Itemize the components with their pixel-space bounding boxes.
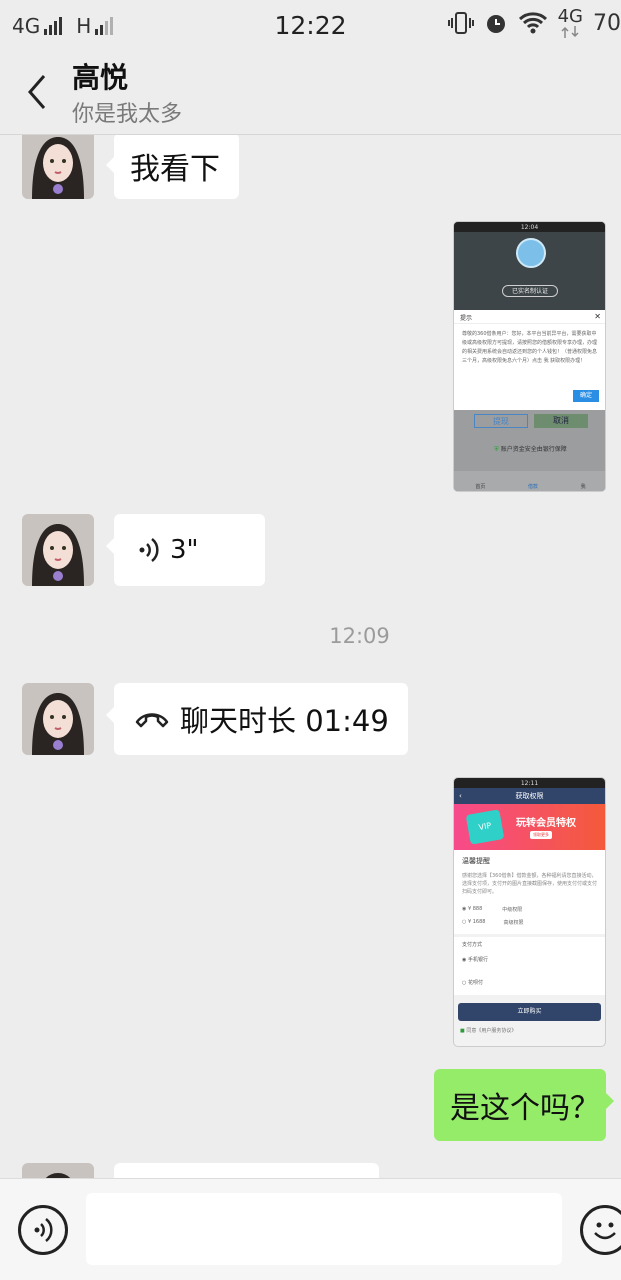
verified-badge: 已实名制认证	[502, 285, 558, 297]
banner-text: 玩转会员特权	[516, 818, 576, 829]
chat-header: 高悦 你是我太多	[0, 52, 621, 135]
shield-icon: ⛨	[494, 446, 499, 453]
tab-home: 首页	[475, 484, 486, 490]
battery-level: 70	[593, 10, 621, 36]
contact-signature: 你是我太多	[72, 102, 183, 127]
safety-text: 账户资金安全由银行保障	[500, 446, 567, 453]
emoji-button[interactable]	[580, 1205, 621, 1255]
option-price: ¥ 888	[467, 906, 483, 912]
voice-wave-icon	[139, 538, 159, 562]
vip-banner: VIP 玩转会员特权 领取更多	[454, 804, 605, 850]
option-label: 中级权限	[502, 907, 523, 913]
image-message[interactable]: 12:11 ‹ 获取权限 VIP 玩转会员特权 领取更多 温馨提醒 感谢您选择【…	[453, 777, 606, 1047]
checkbox-icon: ■	[460, 1028, 465, 1034]
contact-name: 高悦	[72, 61, 129, 94]
message-bubble[interactable]: 我看下	[106, 135, 239, 199]
shot-time: 12:11	[520, 779, 539, 787]
image-message[interactable]: 12:04 已实名制认证 提示 ✕ 尊敬的360借条用户：您好，本平台当前异平台…	[453, 221, 606, 492]
shot-title: 获取权限	[515, 792, 544, 800]
wifi-icon	[518, 12, 547, 34]
avatar[interactable]	[22, 683, 94, 755]
tab-loan: 借款	[527, 484, 538, 490]
alarm-icon	[486, 15, 505, 33]
status-bar: 4G H 12:22 4G 70	[0, 0, 621, 52]
avatar	[516, 238, 546, 268]
dialog: 提示 ✕ 尊敬的360借条用户：您好，本平台当前异平台，需要获取中级或高级权限方…	[454, 310, 605, 410]
network-label-3: 4G	[557, 6, 583, 27]
agree-text: 同意《用户服务协议》	[466, 1028, 517, 1034]
message-bubble[interactable]: 是这个吗？	[434, 1069, 614, 1141]
tab-me: 我	[580, 484, 586, 490]
phone-hangup-icon	[135, 713, 169, 728]
voice-duration: 3"	[170, 535, 199, 565]
pay-option: 手机银行	[467, 957, 488, 963]
message-text: 我看下	[130, 152, 220, 187]
avatar[interactable]	[22, 1163, 94, 1178]
voice-message[interactable]: 3"	[106, 514, 265, 586]
timestamp: 12:09	[329, 624, 390, 648]
voice-input-button[interactable]	[18, 1205, 68, 1255]
call-message[interactable]: 聊天时长 01:49	[106, 683, 408, 755]
banner-button: 领取更多	[530, 831, 552, 839]
vibrate-icon	[447, 12, 474, 34]
avatar[interactable]	[22, 514, 94, 586]
shot-time: 12:04	[520, 223, 539, 231]
emoji-icon	[594, 1222, 616, 1240]
confirm-button: 确定	[573, 390, 599, 402]
message-input[interactable]	[86, 1193, 562, 1265]
option-label: 高级权限	[503, 920, 524, 926]
call-duration-text: 聊天时长 01:49	[180, 704, 389, 738]
dialog-title: 提示	[460, 315, 473, 322]
pay-title: 支付方式	[462, 942, 483, 948]
section-title: 温馨提醒	[462, 857, 490, 865]
chat-area[interactable]: 我看下 12:04 已实名制认证 提示 ✕ 尊敬的360借条用户：您好，本平台当…	[0, 135, 621, 1178]
message-bubble[interactable]	[114, 1163, 379, 1178]
close-icon: ✕	[594, 312, 601, 321]
message-text: 是这个吗？	[450, 1091, 600, 1126]
back-arrow-icon: ‹	[459, 792, 462, 800]
notice-text: 感谢您选择【360借条】借款金额，各种福利请您直接活动，选择支付项，支付开的图片…	[462, 873, 597, 895]
pay-option: 花呗付	[467, 980, 483, 986]
buy-button: 立即购买	[458, 1003, 601, 1021]
avatar[interactable]	[22, 135, 94, 199]
back-arrow-icon[interactable]	[22, 72, 52, 112]
cancel-button: 取消	[534, 414, 588, 428]
dialog-body: 尊敬的360借条用户：您好，本平台当前异平台，需要获取中级或高级权限方可提现，请…	[462, 331, 598, 364]
data-arrows-icon	[561, 26, 579, 38]
voice-icon	[34, 1218, 53, 1242]
option-price: ¥ 1688	[467, 919, 486, 925]
input-bar	[0, 1178, 621, 1280]
withdraw-button: 提现	[474, 414, 528, 428]
